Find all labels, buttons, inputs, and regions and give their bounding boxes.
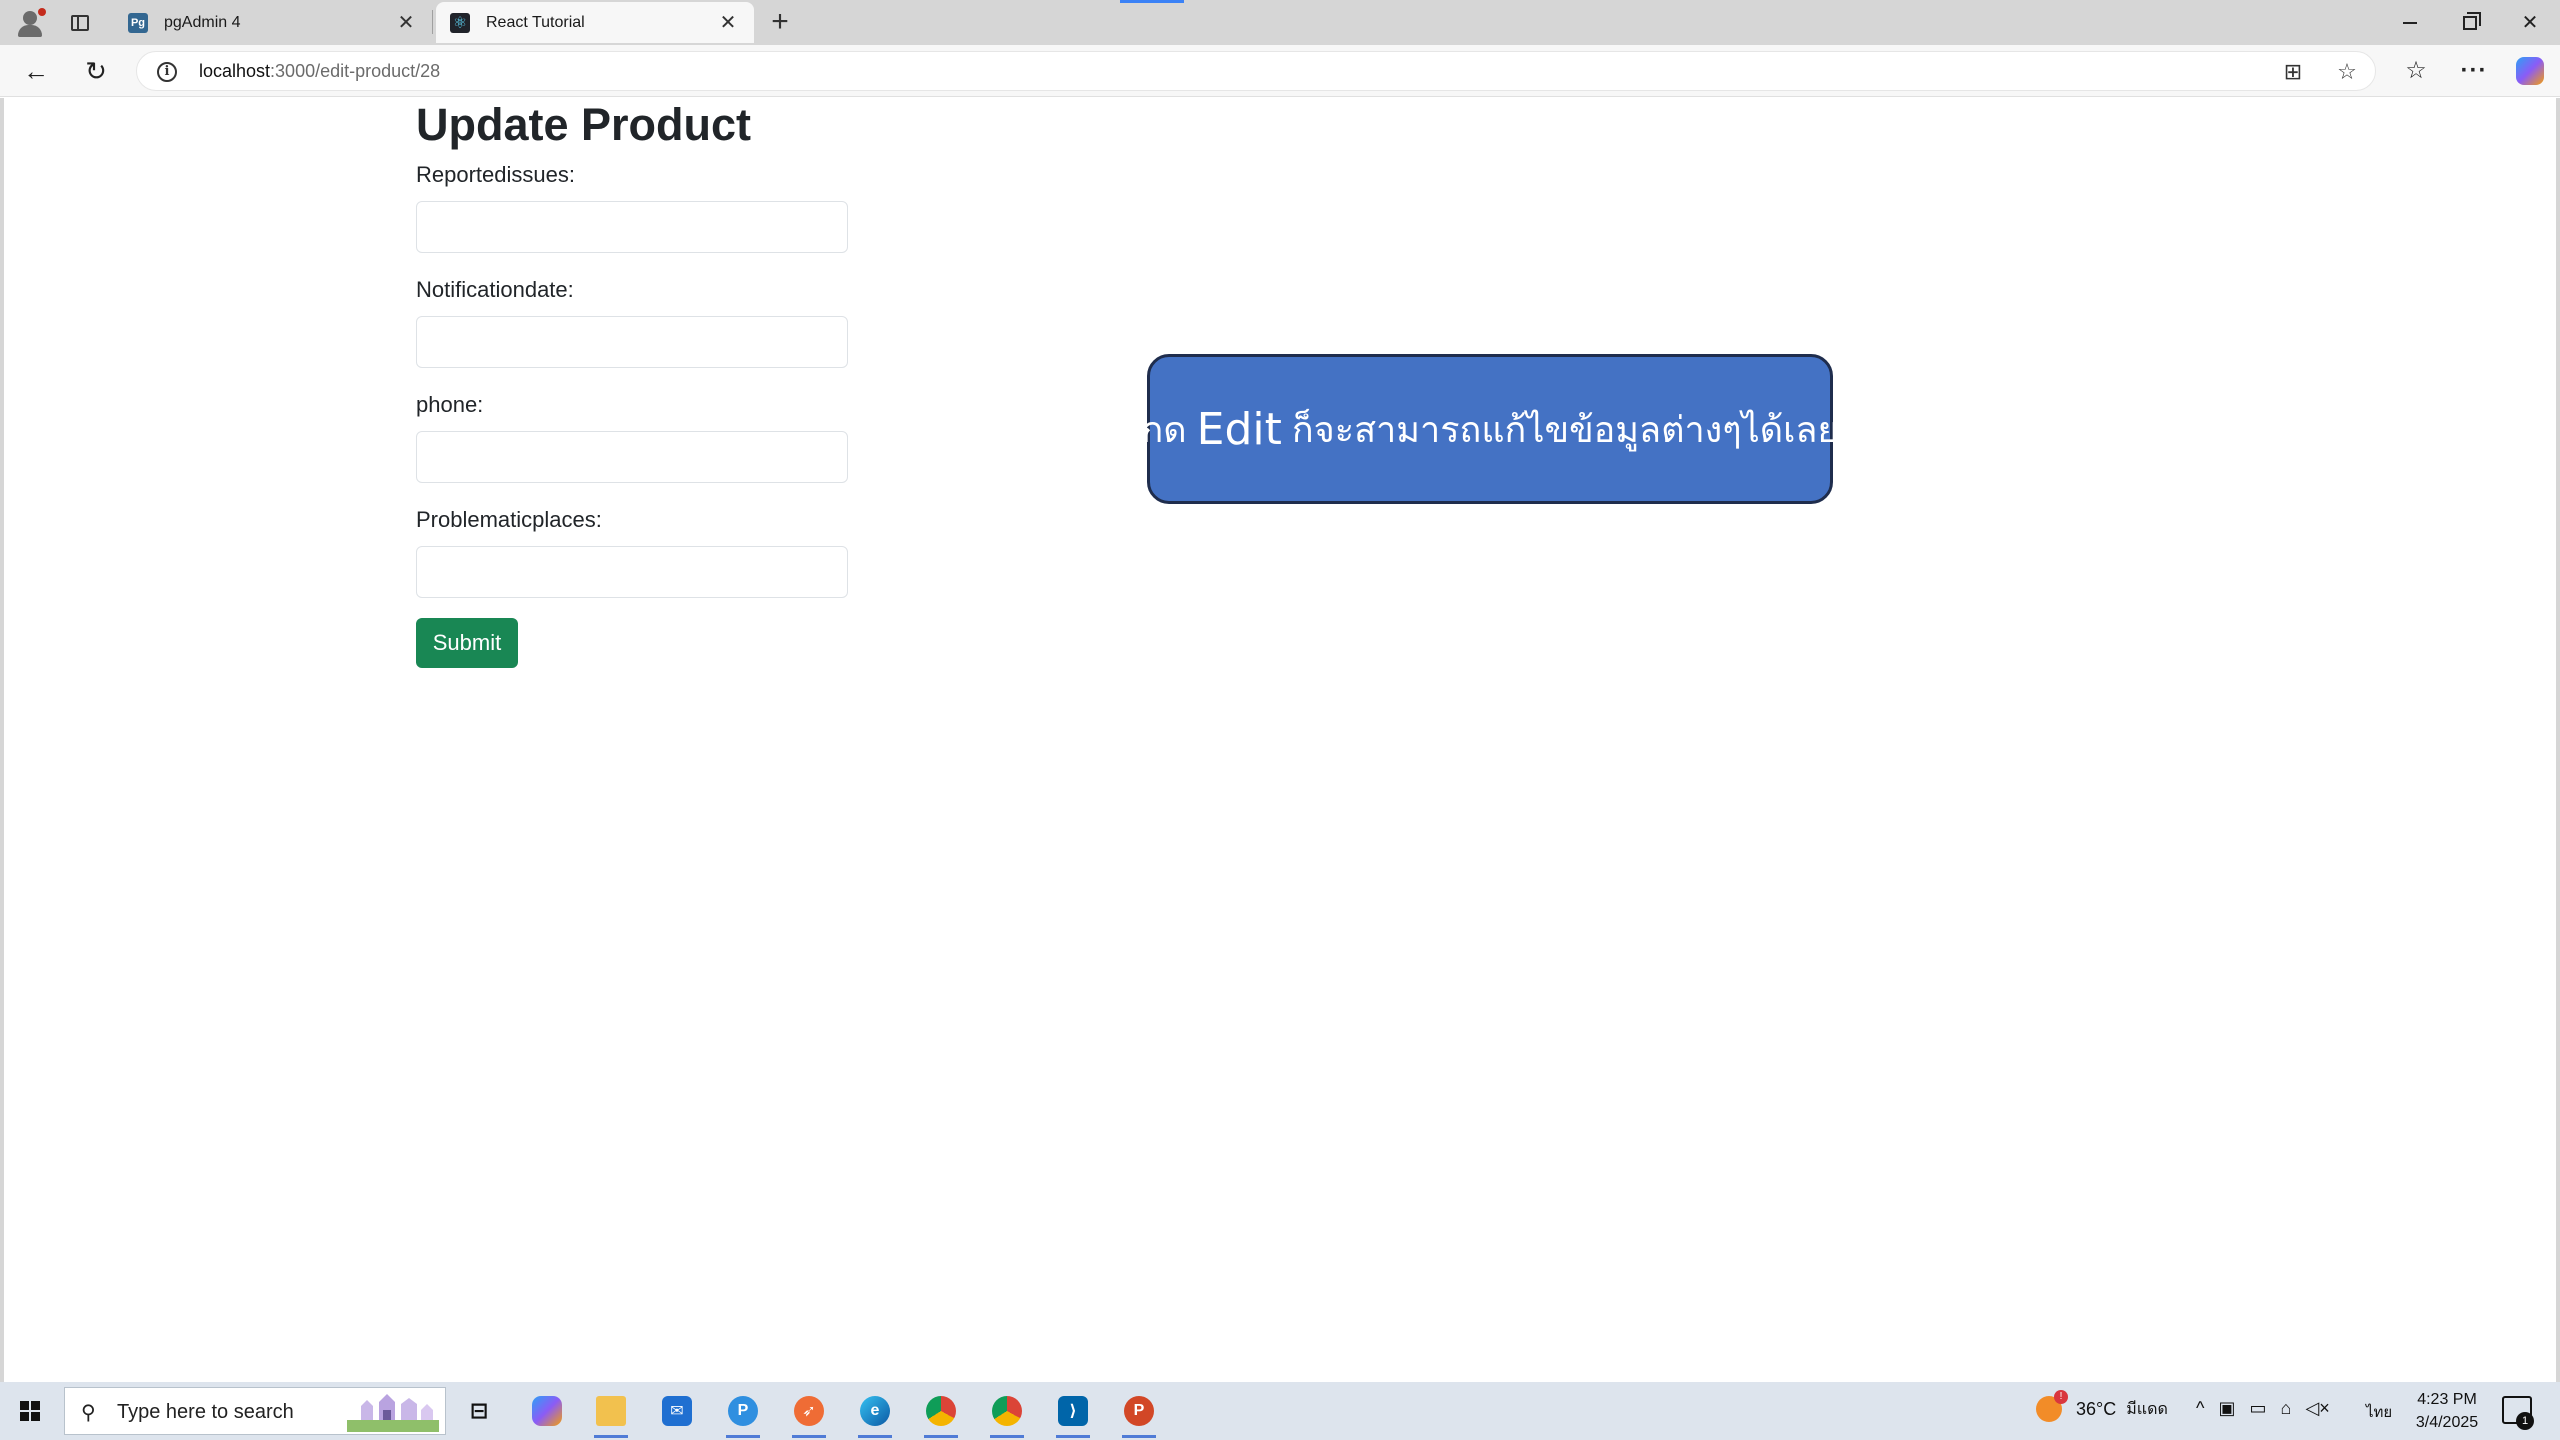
postman-app-icon[interactable]: ➶ bbox=[788, 1390, 830, 1438]
tab-title: pgAdmin 4 bbox=[164, 13, 241, 31]
url-host: localhost bbox=[199, 61, 271, 81]
volume-muted-icon[interactable]: ◁× bbox=[2305, 1398, 2329, 1419]
powerpoint-icon[interactable]: P bbox=[1118, 1390, 1160, 1438]
instruction-callout: กด Edit ก็จะสามารถแก้ไขข้อมูลต่างๆได้เลย bbox=[1141, 354, 1839, 504]
profile-icon[interactable] bbox=[10, 5, 50, 41]
copilot-icon[interactable] bbox=[2512, 53, 2548, 89]
network-icon[interactable]: ⌂ bbox=[2280, 1398, 2291, 1419]
favorite-star-icon[interactable]: ☆ bbox=[2333, 58, 2361, 86]
chrome-browser-icon[interactable] bbox=[920, 1390, 962, 1438]
close-tab-icon[interactable]: ✕ bbox=[394, 11, 418, 35]
clock-time: 4:23 PM bbox=[2417, 1391, 2477, 1408]
tab-separator bbox=[432, 10, 433, 34]
url-text: localhost:3000/edit-product/28 bbox=[199, 61, 440, 82]
react-favicon-icon: ⚛ bbox=[450, 12, 470, 33]
phone-label: phone: bbox=[416, 392, 484, 417]
tab-pgadmin[interactable]: Pg pgAdmin 4 ✕ bbox=[114, 2, 432, 43]
reportedissues-input[interactable] bbox=[416, 201, 848, 253]
close-window-button[interactable]: ✕ bbox=[2500, 0, 2560, 45]
page-title: Update Product bbox=[416, 99, 752, 150]
submit-button[interactable]: Submit bbox=[416, 618, 518, 668]
restore-button[interactable] bbox=[2440, 0, 2500, 45]
more-options-icon[interactable]: ··· bbox=[2456, 53, 2492, 89]
reload-icon[interactable]: ↻ bbox=[78, 53, 114, 89]
copilot-app-icon[interactable] bbox=[526, 1390, 568, 1432]
notification-count-badge: 1 bbox=[2516, 1412, 2534, 1430]
mail-icon[interactable]: ✉ bbox=[656, 1390, 698, 1432]
pgadmin-favicon-icon: Pg bbox=[128, 12, 148, 33]
address-bar[interactable]: i localhost:3000/edit-product/28 ⊞ ☆ bbox=[136, 51, 2376, 91]
browser-toolbar: ← ↻ i localhost:3000/edit-product/28 ⊞ ☆… bbox=[0, 45, 2560, 97]
minimize-button[interactable] bbox=[2380, 0, 2440, 45]
window-controls: ✕ bbox=[2380, 0, 2560, 45]
search-highlight-illustration-icon bbox=[347, 1394, 439, 1432]
file-explorer-icon[interactable] bbox=[590, 1390, 632, 1438]
new-tab-button[interactable]: + bbox=[762, 5, 798, 41]
tab-title: React Tutorial bbox=[486, 13, 585, 31]
weather-temp: 36°C bbox=[2076, 1398, 2117, 1419]
callout-suffix: ก็จะสามารถแก้ไขข้อมูลต่างๆได้เลย bbox=[1291, 409, 1839, 451]
pgadmin-app-icon[interactable]: P bbox=[722, 1390, 764, 1438]
input-language[interactable]: ไทย bbox=[2366, 1400, 2392, 1424]
meet-now-icon[interactable]: ▣ bbox=[2218, 1398, 2235, 1419]
site-info-icon[interactable]: i bbox=[157, 62, 177, 82]
edge-browser-icon[interactable]: e bbox=[854, 1390, 896, 1438]
show-hidden-icons-chevron-icon[interactable]: ^ bbox=[2196, 1398, 2204, 1419]
phone-input[interactable] bbox=[416, 431, 848, 483]
weather-desc: มีแดด bbox=[2126, 1400, 2168, 1418]
weather-sun-icon bbox=[2036, 1390, 2068, 1422]
system-tray: ^ ▣ ▭ ⌂ ◁× bbox=[2196, 1398, 2330, 1419]
reportedissues-label: Reportedissues: bbox=[416, 162, 575, 187]
app-available-icon[interactable]: ⊞ bbox=[2279, 58, 2307, 86]
notificationdate-label: Notificationdate: bbox=[416, 277, 574, 302]
taskbar-search[interactable]: ⚲ Type here to search bbox=[64, 1387, 446, 1435]
task-view-icon[interactable]: ⊟ bbox=[458, 1390, 500, 1432]
back-arrow-icon[interactable]: ← bbox=[18, 53, 54, 89]
close-tab-icon[interactable]: ✕ bbox=[716, 11, 740, 35]
url-path: :3000/edit-product/28 bbox=[270, 61, 441, 81]
callout-prefix: กด bbox=[1141, 409, 1187, 451]
problematicplaces-input[interactable] bbox=[416, 546, 848, 598]
callout-edit-word: Edit bbox=[1196, 403, 1282, 455]
problematicplaces-label: Problematicplaces: bbox=[416, 507, 602, 532]
windows-taskbar: ⚲ Type here to search ⊟ ✉ P ➶ e ⟩ P 36°C… bbox=[0, 1382, 2560, 1440]
drag-indicator bbox=[1120, 0, 1184, 3]
search-icon: ⚲ bbox=[81, 1402, 96, 1424]
notificationdate-input[interactable] bbox=[416, 316, 848, 368]
search-placeholder: Type here to search bbox=[117, 1401, 294, 1423]
page-viewport: Update Product Reportedissues: Notificat… bbox=[0, 98, 2560, 1382]
vscode-icon[interactable]: ⟩ bbox=[1052, 1390, 1094, 1438]
windows-start-icon[interactable] bbox=[10, 1391, 50, 1431]
tab-actions-icon[interactable] bbox=[62, 5, 98, 41]
battery-icon[interactable]: ▭ bbox=[2249, 1398, 2266, 1419]
clock[interactable]: 4:23 PM 3/4/2025 bbox=[2402, 1388, 2492, 1434]
clock-date: 3/4/2025 bbox=[2415, 1414, 2479, 1431]
chrome-profile-icon[interactable] bbox=[986, 1390, 1028, 1438]
browser-tab-bar: Pg pgAdmin 4 ✕ ⚛ React Tutorial ✕ + ✕ bbox=[0, 0, 2560, 45]
tab-react-tutorial[interactable]: ⚛ React Tutorial ✕ bbox=[436, 2, 754, 43]
weather-widget[interactable]: 36°C มีแดด bbox=[2036, 1390, 2168, 1422]
favorites-icon[interactable]: ☆ bbox=[2398, 53, 2434, 89]
